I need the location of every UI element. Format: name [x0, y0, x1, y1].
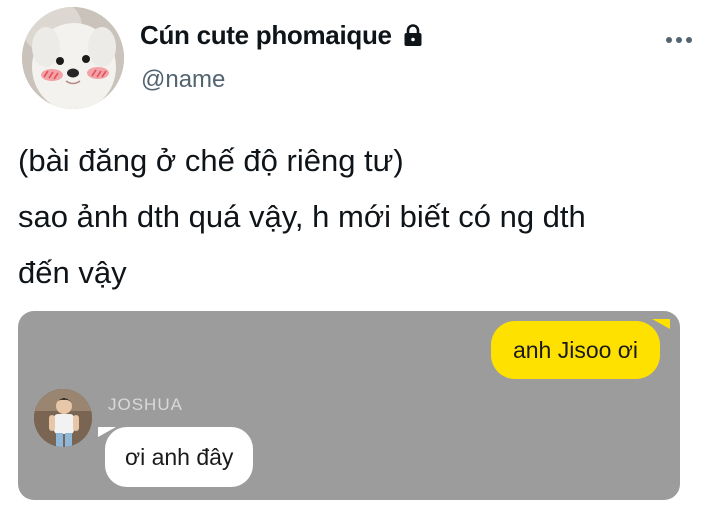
tweet-line: (bài đăng ở chế độ riêng tư)	[18, 143, 404, 178]
tweet-media-image[interactable]: anh Jisoo ơi JOSHUA ơi anh đây	[18, 311, 680, 500]
outgoing-message-bubble: anh Jisoo ơi	[490, 321, 660, 379]
tweet-line: sao ảnh dth quá vậy, h mới biết có ng dt…	[18, 199, 586, 234]
lock-icon	[400, 22, 426, 48]
puppy-avatar-image	[22, 7, 124, 109]
author-name-row: Cún cute phomaique	[140, 18, 426, 52]
tweet-text: (bài đăng ở chế độ riêng tư) sao ảnh dth…	[18, 133, 708, 301]
more-horizontal-icon	[666, 37, 672, 43]
author-display-name[interactable]: Cún cute phomaique	[140, 20, 392, 51]
outgoing-bubble-tail	[652, 319, 670, 329]
tweet-line: đến vậy	[18, 255, 127, 290]
sender-avatar	[34, 389, 92, 447]
sender-name: JOSHUA	[108, 395, 183, 414]
author-avatar[interactable]	[22, 7, 124, 109]
incoming-message-bubble: ơi anh đây	[105, 427, 254, 487]
author-handle[interactable]: @name	[141, 66, 225, 94]
more-options-button[interactable]	[666, 30, 692, 50]
more-horizontal-icon-dot	[686, 37, 692, 43]
more-horizontal-icon-dot	[676, 37, 682, 43]
